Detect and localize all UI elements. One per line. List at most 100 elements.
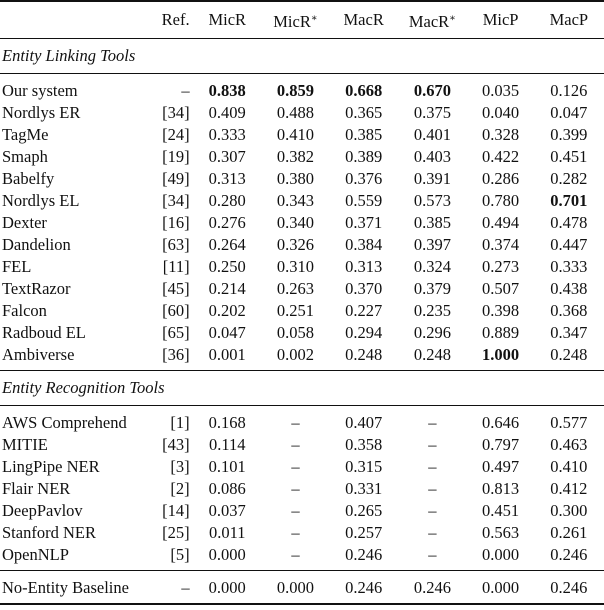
row-value: 0.399 (550, 125, 588, 144)
row-value: 0.451 (550, 147, 588, 166)
row-ref: [3] (170, 457, 190, 476)
row-name: Flair NER (2, 479, 71, 498)
row-value: 0.248 (345, 345, 383, 364)
row-value: 0.000 (276, 578, 315, 597)
table-row: DeepPavlov [14] 0.037 – 0.265 – 0.451 0.300 (0, 500, 604, 522)
table-row: Stanford NER [25] 0.011 – 0.257 – 0.563 0.261 (0, 522, 604, 544)
row-value: 0.246 (345, 578, 383, 597)
row-value: 0.379 (413, 279, 451, 298)
row-value: 0.813 (482, 479, 520, 498)
row-ref: – (181, 81, 190, 100)
table-row: Dandelion [63] 0.264 0.326 0.384 0.397 0.374 0.… (0, 234, 604, 256)
row-value: 0.047 (550, 103, 588, 122)
row-value: 0.300 (550, 501, 588, 520)
row-value: 0.646 (482, 413, 520, 432)
row-value: 0.000 (482, 545, 520, 564)
row-value: 0.000 (208, 578, 246, 597)
row-value: 0.410 (550, 457, 588, 476)
row-value: 0.371 (345, 213, 383, 232)
section-header-row: Entity Recognition Tools (0, 370, 604, 406)
row-value: 0.797 (482, 435, 520, 454)
row-value: 0.577 (550, 413, 588, 432)
header-micr-star: MicR∗ (273, 11, 318, 31)
row-value: 0.280 (208, 191, 246, 210)
row-value: 0.563 (482, 523, 520, 542)
row-value: 0.494 (482, 213, 520, 232)
table-row: TagMe [24] 0.333 0.410 0.385 0.401 0.328 0.399 (0, 124, 604, 146)
row-value: – (291, 457, 300, 476)
row-name: MITIE (2, 435, 48, 454)
row-value: 0.000 (482, 578, 520, 597)
row-name: LingPipe NER (2, 457, 100, 476)
table-row: MITIE [43] 0.114 – 0.358 – 0.797 0.463 (0, 434, 604, 456)
row-name: Ambiverse (2, 345, 75, 364)
row-value: 0.478 (550, 213, 588, 232)
row-value: 0.086 (208, 479, 246, 498)
row-value: 0.326 (276, 235, 315, 254)
row-value: 0.324 (413, 257, 451, 276)
row-value: 0.380 (276, 169, 315, 188)
row-value: 0.358 (345, 435, 383, 454)
row-value: 0.347 (550, 323, 588, 342)
row-value: 0.401 (413, 125, 451, 144)
header-macp: MacP (549, 10, 589, 29)
row-ref: [16] (162, 213, 190, 232)
row-value: – (291, 479, 300, 498)
row-value: 0.407 (345, 413, 383, 432)
row-value: 0.246 (550, 578, 588, 597)
row-name: Falcon (2, 301, 47, 320)
row-value: 0.058 (276, 323, 315, 342)
row-name: Radboud EL (2, 323, 86, 342)
row-name: Nordlys ER (2, 103, 81, 122)
row-value: 0.374 (482, 235, 520, 254)
section-title: Entity Linking Tools (2, 46, 136, 65)
row-value: – (291, 523, 300, 542)
row-ref: [2] (170, 479, 190, 498)
row-value: 0.313 (345, 257, 383, 276)
row-value: 0.859 (276, 81, 315, 100)
row-name: Stanford NER (2, 523, 96, 542)
row-value: – (291, 435, 300, 454)
row-name: Babelfy (2, 169, 55, 188)
row-value: 0.282 (550, 169, 588, 188)
row-ref: – (181, 578, 190, 597)
row-ref: [14] (162, 501, 190, 520)
row-value: 0.214 (208, 279, 246, 298)
row-ref: [19] (162, 147, 190, 166)
row-ref: [36] (162, 345, 190, 364)
row-value: – (291, 501, 300, 520)
row-value: 0.263 (276, 279, 315, 298)
row-value: 0.011 (208, 523, 246, 542)
row-value: 0.701 (550, 191, 588, 210)
row-value: 0.248 (413, 345, 451, 364)
row-value: 0.276 (208, 213, 246, 232)
row-value: 0.670 (413, 81, 451, 100)
row-value: 0.035 (482, 81, 520, 100)
row-value: 0.398 (482, 301, 520, 320)
row-value: – (428, 545, 437, 564)
row-value: 0.227 (345, 301, 383, 320)
row-value: 0.497 (482, 457, 520, 476)
row-value: 0.384 (345, 235, 383, 254)
results-table-figure: Ref. MicR MicR∗ MacR MacR∗ MicP MacP Ent… (0, 0, 604, 605)
row-name: Dexter (2, 213, 47, 232)
row-ref: [34] (162, 103, 190, 122)
row-value: 0.573 (413, 191, 451, 210)
row-value: 0.409 (208, 103, 246, 122)
row-value: 0.265 (345, 501, 383, 520)
results-table: Ref. MicR MicR∗ MacR MacR∗ MicP MacP Ent… (0, 0, 604, 605)
row-ref: [43] (162, 435, 190, 454)
row-name: TextRazor (2, 279, 71, 298)
row-value: 0.376 (345, 169, 383, 188)
row-value: – (428, 501, 437, 520)
row-value: 0.463 (550, 435, 588, 454)
row-value: 0.331 (345, 479, 383, 498)
table-row: Nordlys ER [34] 0.409 0.488 0.365 0.375 0.040 0… (0, 102, 604, 124)
row-ref: [34] (162, 191, 190, 210)
row-value: 0.250 (208, 257, 246, 276)
row-value: 0.889 (482, 323, 520, 342)
table-row: OpenNLP [5] 0.000 – 0.246 – 0.000 0.246 (0, 544, 604, 571)
table-row: Our system –0.838 0.859 0.668 0.670 0.035 0.12… (0, 73, 604, 103)
row-value: 0.333 (208, 125, 246, 144)
row-name: No-Entity Baseline (2, 578, 129, 597)
